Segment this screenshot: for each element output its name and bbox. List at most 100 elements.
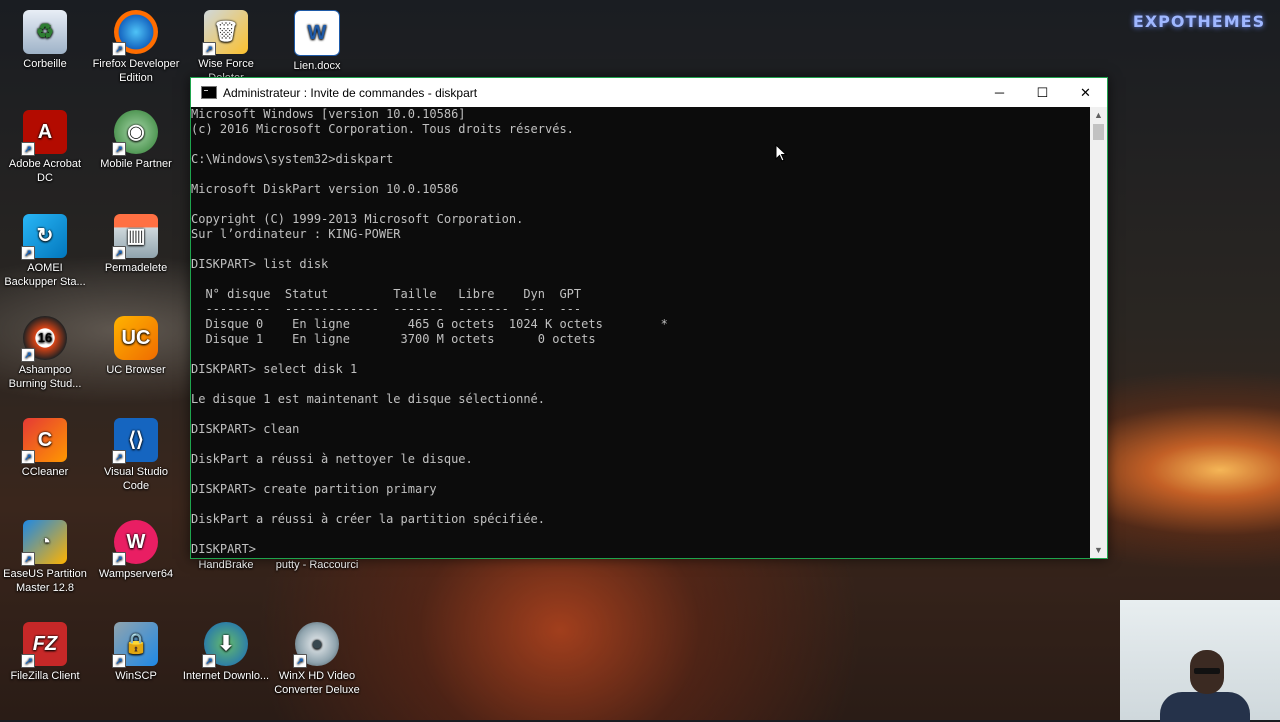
desktop-icon-ashampoo[interactable]: 16 ↗ Ashampoo Burning Stud... <box>0 316 90 391</box>
desktop-icon-winscp[interactable]: 🔒 ↗ WinSCP <box>91 622 181 683</box>
desktop-icon-label: WinSCP <box>115 670 157 682</box>
console-line: DiskPart a réussi à nettoyer le disque. <box>191 452 473 466</box>
webcam-person-body <box>1160 692 1250 722</box>
window-title: Administrateur : Invite de commandes - d… <box>223 85 478 100</box>
desktop-icon-label: WinX HD Video Converter Deluxe <box>274 670 360 696</box>
command-prompt-window[interactable]: Administrateur : Invite de commandes - d… <box>190 77 1108 559</box>
desktop-icon-label: Firefox Developer Edition <box>92 58 180 84</box>
console-line: DISKPART> create partition primary <box>191 482 437 496</box>
close-button[interactable]: ✕ <box>1064 78 1107 107</box>
idm-icon: ⬇ ↗ <box>202 622 248 668</box>
scroll-thumb[interactable] <box>1093 124 1104 140</box>
console-line: Microsoft DiskPart version 10.0.10586 <box>191 182 459 196</box>
desktop-icon-label: UC Browser <box>106 364 166 376</box>
console-line: DISKPART> <box>191 542 264 556</box>
desktop-icon-winx[interactable]: ● ↗ WinX HD Video Converter Deluxe <box>272 622 362 697</box>
desktop-icon-wise-force[interactable]: 🗑↗ Wise Force Deleter <box>181 10 271 85</box>
console-line: DISKPART> clean <box>191 422 300 436</box>
wampserver-icon: W ↗ <box>112 520 158 566</box>
console-line: DISKPART> list disk <box>191 257 329 271</box>
console-output[interactable]: Microsoft Windows [version 10.0.10586] (c… <box>191 107 1090 558</box>
wise-force-deleter-icon: 🗑 ↗ <box>202 10 248 56</box>
mobile-partner-icon: ◉ ↗ <box>112 110 158 156</box>
console-line: Microsoft Windows [version 10.0.10586] <box>191 107 466 121</box>
desktop-icon-firefox[interactable]: ↗ Firefox Developer Edition <box>91 10 181 85</box>
console-line: Disque 1 En ligne 3700 M octets 0 octets <box>191 332 596 346</box>
desktop-icon-wampserver[interactable]: W ↗ Wampserver64 <box>91 520 181 581</box>
console-line: Le disque 1 est maintenant le disque sél… <box>191 392 546 406</box>
permadelete-icon: ▥ ↗ <box>112 214 158 260</box>
desktop-icon-label: Lien.docx <box>293 60 341 72</box>
vscode-icon: ⟨⟩ ↗ <box>112 418 158 464</box>
brand-logo: EXPOTHEMES <box>1132 12 1266 31</box>
winscp-icon: 🔒 ↗ <box>112 622 158 668</box>
mouse-cursor-icon <box>775 144 787 162</box>
desktop-icon-label: Ashampoo Burning Stud... <box>8 364 82 390</box>
desktop-icon-acrobat[interactable]: A ↗ Adobe Acrobat DC <box>0 110 90 185</box>
acrobat-icon: A ↗ <box>21 110 67 156</box>
desktop-icon-label: AOMEI Backupper Sta... <box>4 262 86 288</box>
desktop-icon-vscode[interactable]: ⟨⟩ ↗ Visual Studio Code <box>91 418 181 493</box>
firefox-icon: ↗ <box>112 10 158 56</box>
desktop-icon-handbrake[interactable]: HandBrake <box>181 558 271 572</box>
desktop-icon-mobile-partner[interactable]: ◉ ↗ Mobile Partner <box>91 110 181 171</box>
console-line: Copyright (C) 1999-2013 Microsoft Corpor… <box>191 212 524 226</box>
desktop-icon-permadelete[interactable]: ▥ ↗ Permadelete <box>91 214 181 275</box>
filezilla-icon: FZ ↗ <box>21 622 67 668</box>
console-line: DiskPart a réussi à créer la partition s… <box>191 512 546 526</box>
scroll-up-button[interactable]: ▲ <box>1090 107 1107 123</box>
vertical-scrollbar[interactable]: ▲ ▼ <box>1090 107 1107 558</box>
easeus-icon: ◔ ↗ <box>21 520 67 566</box>
ccleaner-icon: C ↗ <box>21 418 67 464</box>
console-line: N° disque Statut Taille Libre Dyn GPT <box>191 287 582 301</box>
word-document-icon: W <box>294 10 340 56</box>
desktop-icon-aomei[interactable]: ↻ ↗ AOMEI Backupper Sta... <box>0 214 90 289</box>
desktop-icon-label: Wampserver64 <box>98 568 174 580</box>
desktop-icon-label: HandBrake <box>198 559 254 571</box>
recycle-bin-icon: ♻ <box>23 10 67 54</box>
desktop-icon-label: Permadelete <box>104 262 168 274</box>
desktop-icon-label: Corbeille <box>23 58 67 70</box>
desktop-icon-label: Internet Downlo... <box>182 670 270 682</box>
desktop-icon-label: Mobile Partner <box>100 158 172 170</box>
desktop-icon-putty[interactable]: putty - Raccourci <box>272 558 362 572</box>
console-line: Disque 0 En ligne 465 G octets 1024 K oc… <box>191 317 668 331</box>
desktop-icon-ccleaner[interactable]: C ↗ CCleaner <box>0 418 90 479</box>
aomei-backupper-icon: ↻ ↗ <box>21 214 67 260</box>
desktop-icon-easeus[interactable]: ◔ ↗ EaseUS Partition Master 12.8 <box>0 520 90 595</box>
desktop-icon-idm[interactable]: ⬇ ↗ Internet Downlo... <box>181 622 271 683</box>
ashampoo-icon: 16 ↗ <box>21 316 67 362</box>
console-line: DISKPART> select disk 1 <box>191 362 358 376</box>
winx-video-icon: ● ↗ <box>293 622 339 668</box>
console-line: --------- ------------- ------- ------- … <box>191 302 582 316</box>
minimize-button[interactable]: ─ <box>978 78 1021 107</box>
desktop-icon-recycle-bin[interactable]: ♻ Corbeille <box>0 10 90 71</box>
webcam-person-glasses <box>1194 668 1220 674</box>
webcam-overlay <box>1120 600 1280 722</box>
uc-browser-icon: UC <box>114 316 158 360</box>
desktop-icon-lien-docx[interactable]: W Lien.docx <box>272 10 362 73</box>
desktop-icon-filezilla[interactable]: FZ ↗ FileZilla Client <box>0 622 90 683</box>
desktop-icon-label: FileZilla Client <box>10 670 80 682</box>
cmd-icon <box>201 86 217 99</box>
title-bar[interactable]: Administrateur : Invite de commandes - d… <box>191 78 1107 107</box>
maximize-button[interactable]: ☐ <box>1021 78 1064 107</box>
desktop-icon-label: Visual Studio Code <box>103 466 168 492</box>
desktop-icon-label: EaseUS Partition Master 12.8 <box>3 568 87 594</box>
desktop-icon-label: CCleaner <box>21 466 69 478</box>
scroll-down-button[interactable]: ▼ <box>1090 542 1107 558</box>
desktop-icon-uc-browser[interactable]: UC UC Browser <box>91 316 181 377</box>
desktop-icon-label: putty - Raccourci <box>275 559 359 571</box>
